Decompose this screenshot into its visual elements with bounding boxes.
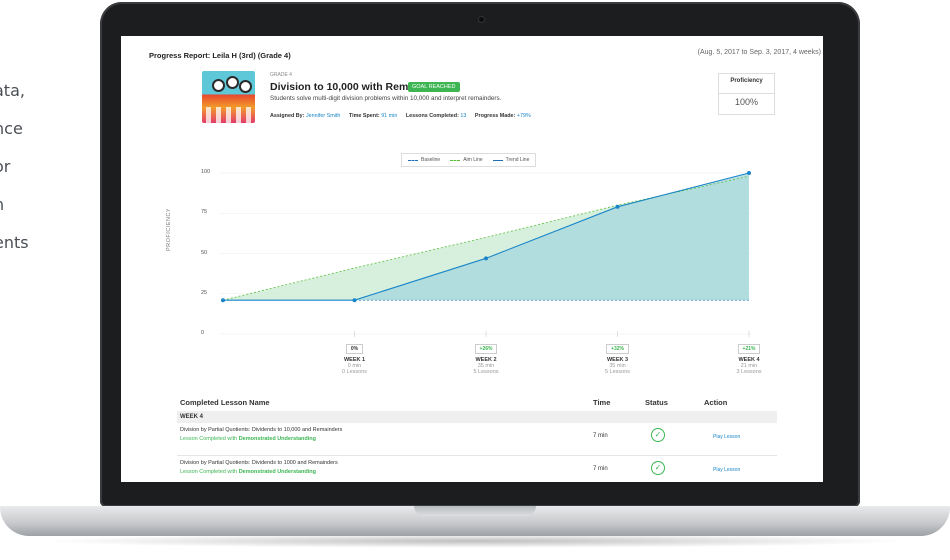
trend-point xyxy=(352,298,357,303)
marketing-line: nce xyxy=(0,119,23,138)
week-summary: 0% WEEK 10 min 0 Lessons xyxy=(325,344,385,375)
marketing-line: or xyxy=(0,157,11,176)
laptop-notch xyxy=(414,506,536,516)
trend-point xyxy=(615,204,620,209)
trend-point xyxy=(747,171,751,175)
week-change-badge: +21% xyxy=(737,344,761,354)
lesson-time: 7 min xyxy=(593,466,608,472)
marketing-text: ata, nce or n ents xyxy=(0,72,29,262)
lesson-name: Division by Partial Quotients: Dividends… xyxy=(180,427,343,433)
week-summary: +21% WEEK 4 21 min 3 Lessons xyxy=(719,344,779,375)
lesson-time: 7 min xyxy=(593,433,608,439)
table-row: Division by Partial Quotients: Dividends… xyxy=(177,423,777,456)
col-action: Action xyxy=(704,398,728,407)
laptop-shadow xyxy=(40,534,910,548)
col-time: Time xyxy=(593,398,611,407)
lesson-name: Division by Partial Quotients: Dividends… xyxy=(180,460,338,466)
trend-point xyxy=(221,298,225,303)
week-lessons: 5 Lessons xyxy=(604,369,631,375)
table-week-label: WEEK 4 xyxy=(177,411,777,423)
week-lessons: 0 Lessons xyxy=(341,369,368,375)
marketing-line: ata, xyxy=(0,81,25,100)
trend-point xyxy=(484,256,488,261)
marketing-line: n xyxy=(0,186,29,224)
lesson-status-text: Lesson Completed with Demonstrated Under… xyxy=(180,436,317,442)
week-change-badge: 0% xyxy=(345,344,364,354)
week-summary: +26% WEEK 2 35 min 5 Lessons xyxy=(456,344,516,375)
week-change-badge: +26% xyxy=(474,344,498,354)
table-row: Division by Partial Quotients: Dividends… xyxy=(177,456,777,482)
week-summary: +32% WEEK 3 35 min 5 Lessons xyxy=(588,344,648,375)
week-change-badge: +32% xyxy=(606,344,629,354)
camera-icon xyxy=(479,17,484,22)
col-status: Status xyxy=(645,398,668,407)
week-lessons: 3 Lessons xyxy=(736,369,762,375)
play-lesson-link[interactable]: Play Lesson xyxy=(713,467,740,473)
marketing-line: ents xyxy=(0,233,29,252)
laptop-screen: Progress Report: Leila H (3rd) (Grade 4)… xyxy=(121,36,823,482)
check-icon: ✓ xyxy=(651,428,665,442)
lesson-status-text: Lesson Completed with Demonstrated Under… xyxy=(180,469,317,475)
col-lesson-name: Completed Lesson Name xyxy=(180,398,270,407)
check-icon: ✓ xyxy=(651,461,665,475)
play-lesson-link[interactable]: Play Lesson xyxy=(713,434,740,440)
week-lessons: 5 Lessons xyxy=(473,369,499,375)
